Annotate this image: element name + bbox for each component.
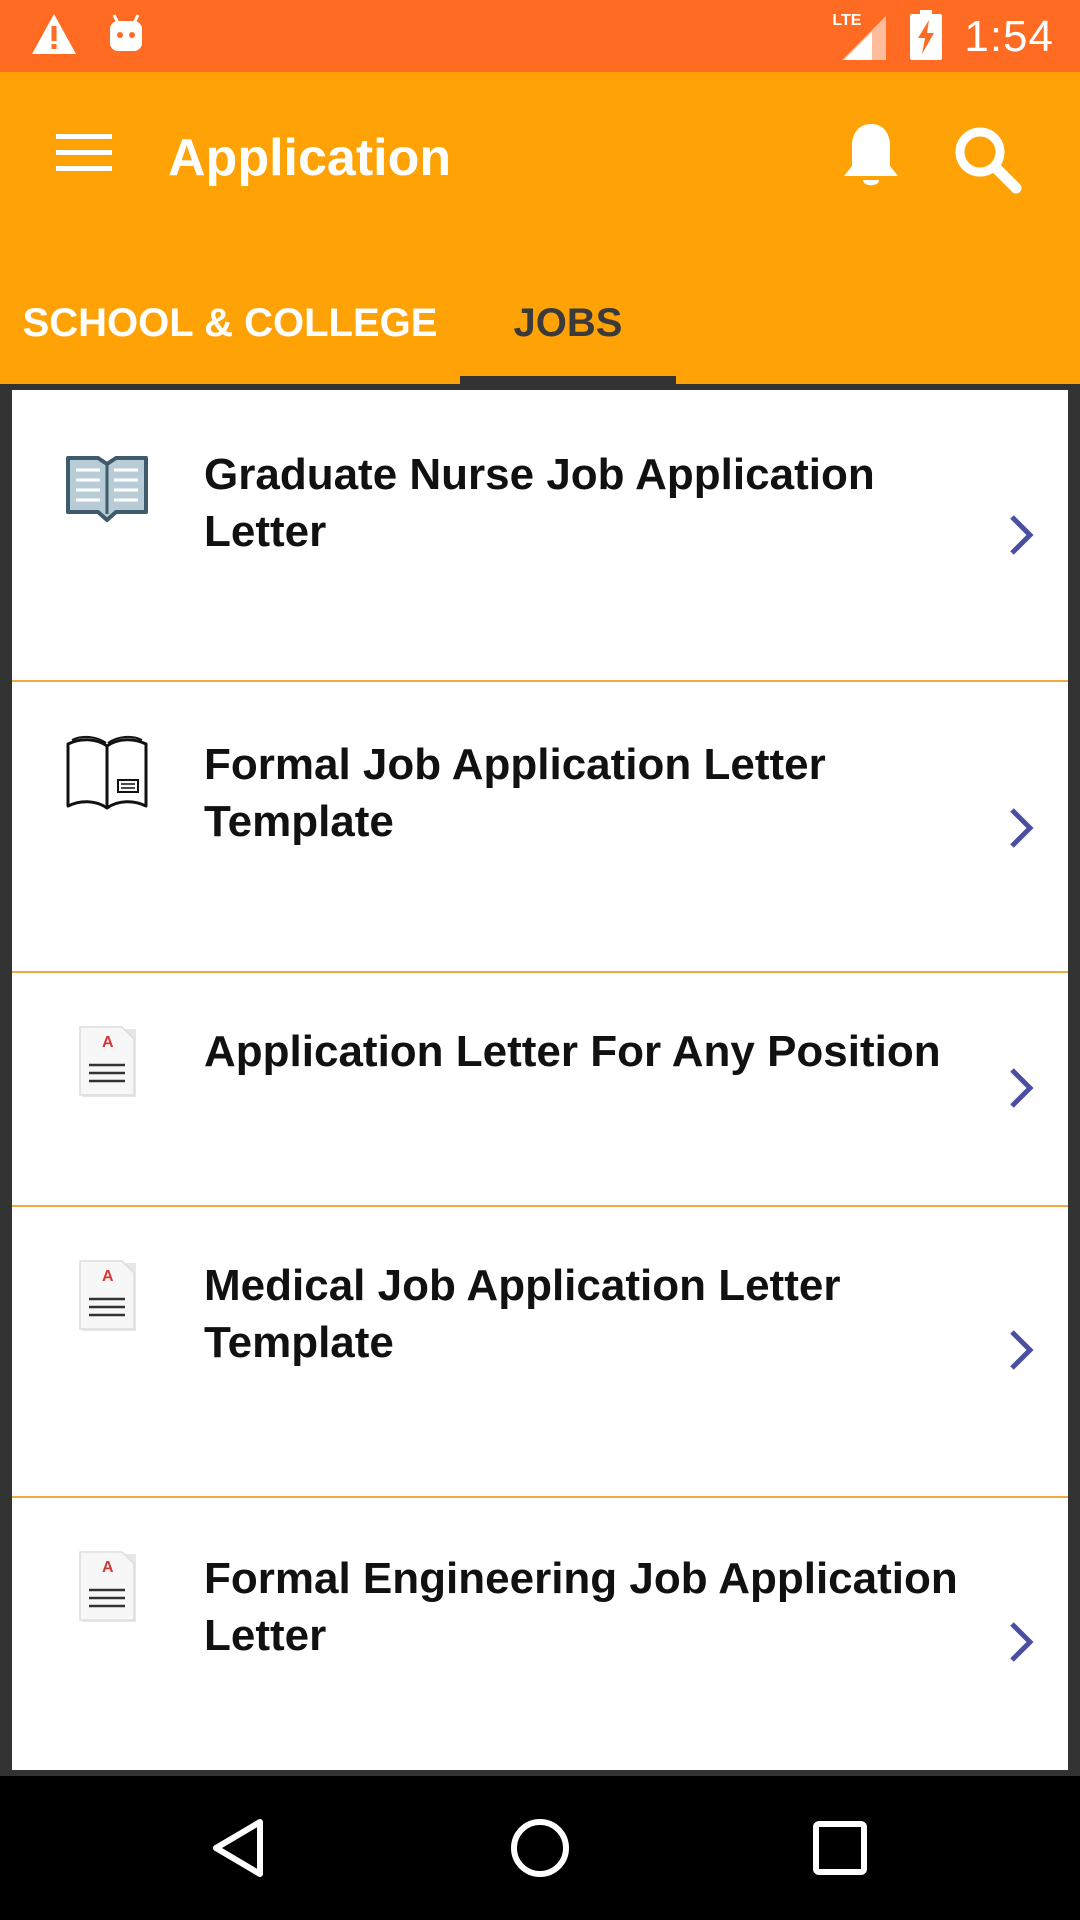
search-button[interactable] bbox=[950, 122, 1024, 196]
recents-icon bbox=[813, 1821, 867, 1875]
back-icon bbox=[213, 1819, 263, 1877]
tab-school-college[interactable]: SCHOOL & COLLEGE bbox=[0, 262, 460, 384]
list-item[interactable]: Formal Job Application Letter Template bbox=[12, 682, 1068, 973]
notifications-button[interactable] bbox=[838, 120, 904, 194]
android-icon bbox=[106, 13, 146, 60]
list-item-title: Formal Job Application Letter Template bbox=[204, 740, 826, 846]
svg-text:A: A bbox=[102, 1559, 114, 1576]
svg-text:A: A bbox=[102, 1034, 114, 1051]
list-item-title: Formal Engineering Job Application Lette… bbox=[204, 1554, 958, 1660]
back-button[interactable] bbox=[198, 1806, 282, 1890]
list-item[interactable]: A Formal Engineering Job Application Let… bbox=[12, 1498, 1068, 1770]
menu-button[interactable] bbox=[52, 120, 116, 184]
recents-button[interactable] bbox=[798, 1806, 882, 1890]
tab-indicator bbox=[460, 376, 676, 384]
document-icon: A bbox=[62, 1021, 152, 1101]
signal-icon: LTE bbox=[832, 12, 888, 62]
chevron-right-icon bbox=[1006, 512, 1038, 558]
list-item-title: Graduate Nurse Job Application Letter bbox=[204, 450, 875, 556]
bell-icon bbox=[844, 124, 898, 186]
home-icon bbox=[511, 1819, 569, 1877]
book-outline-icon bbox=[62, 734, 152, 814]
document-icon: A bbox=[62, 1255, 152, 1335]
list-item-title: Medical Job Application Letter Template bbox=[204, 1261, 841, 1367]
tab-bar: SCHOOL & COLLEGE JOBS bbox=[0, 262, 1080, 384]
status-bar: LTE 1:54 bbox=[0, 0, 1080, 72]
menu-icon bbox=[56, 134, 112, 171]
chevron-right-icon bbox=[1006, 1065, 1038, 1111]
chevron-right-icon bbox=[1006, 1619, 1038, 1665]
navigation-bar bbox=[0, 1776, 1080, 1920]
open-book-icon bbox=[62, 450, 152, 530]
page-title: Application bbox=[168, 129, 452, 187]
status-time: 1:54 bbox=[964, 12, 1054, 61]
chevron-right-icon bbox=[1006, 805, 1038, 851]
application-list: Graduate Nurse Job Application Letter Fo… bbox=[12, 390, 1068, 1770]
tab-jobs[interactable]: JOBS bbox=[460, 262, 676, 384]
chevron-right-icon bbox=[1006, 1327, 1038, 1373]
list-item[interactable]: A Medical Job Application Letter Templat… bbox=[12, 1207, 1068, 1498]
svg-text:A: A bbox=[102, 1268, 114, 1285]
home-button[interactable] bbox=[498, 1806, 582, 1890]
list-item[interactable]: A Application Letter For Any Position bbox=[12, 973, 1068, 1207]
list-item[interactable]: Graduate Nurse Job Application Letter bbox=[12, 390, 1068, 682]
search-icon bbox=[955, 127, 1022, 194]
list-item-title: Application Letter For Any Position bbox=[204, 1027, 941, 1076]
battery-charging-icon bbox=[910, 9, 943, 65]
document-icon: A bbox=[62, 1546, 152, 1626]
warning-icon bbox=[30, 12, 78, 61]
